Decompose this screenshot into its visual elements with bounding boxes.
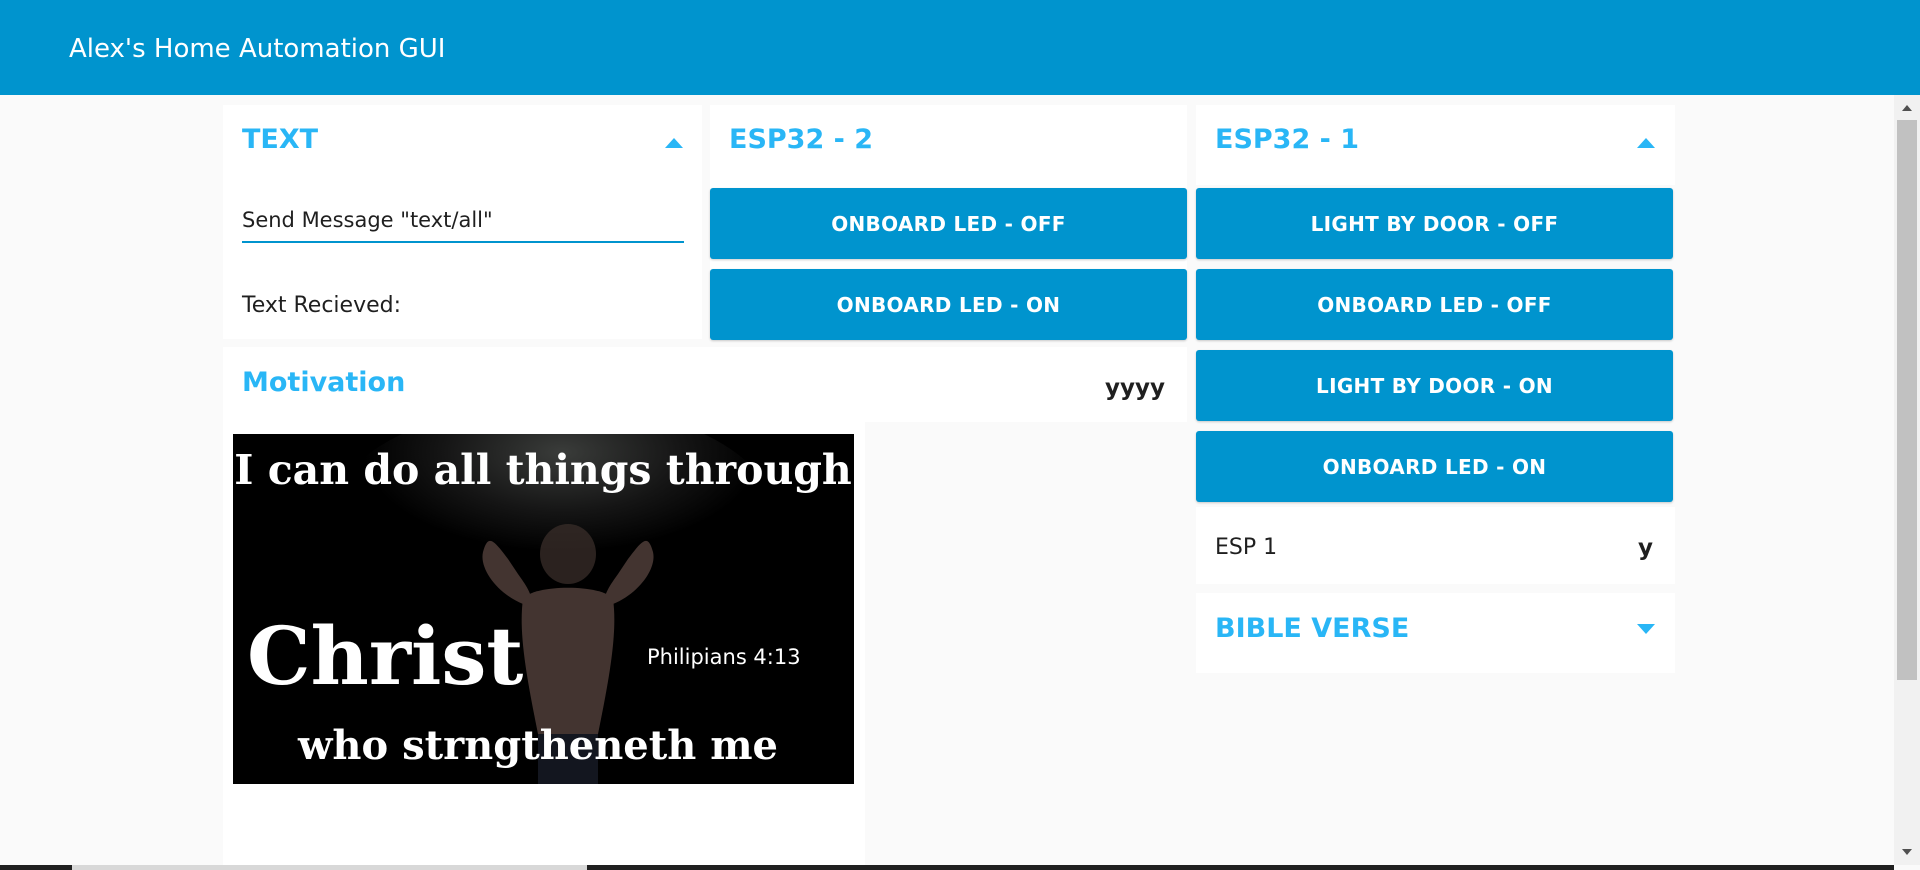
scroll-up-icon[interactable]: [1902, 105, 1912, 111]
image-line-2: Christ: [247, 609, 523, 703]
esp32-1-card: ESP32 - 1: [1196, 105, 1675, 185]
esp32-1-onboard-led-off-button[interactable]: ONBOARD LED - OFF: [1196, 269, 1673, 340]
horizontal-scroll-thumb[interactable]: [72, 865, 587, 870]
text-card-title: TEXT: [242, 124, 319, 155]
bible-verse-title: BIBLE VERSE: [1215, 613, 1410, 644]
scroll-thumb[interactable]: [1897, 120, 1917, 680]
text-card: TEXT Text Recieved:: [223, 105, 702, 339]
scroll-down-icon[interactable]: [1902, 849, 1912, 855]
text-received-label: Text Recieved:: [242, 293, 401, 318]
send-message-input[interactable]: [242, 199, 684, 243]
esp1-status-value: y: [1638, 535, 1653, 561]
esp32-2-onboard-led-off-button[interactable]: ONBOARD LED - OFF: [710, 188, 1187, 259]
esp32-1-title: ESP32 - 1: [1215, 124, 1360, 155]
esp32-2-title: ESP32 - 2: [729, 124, 874, 155]
caret-up-icon[interactable]: [1637, 138, 1655, 148]
image-line-1: I can do all things through: [234, 446, 851, 494]
motivation-title: Motivation: [242, 367, 406, 398]
motivation-image-panel: I can do all things through Christ Phili…: [223, 422, 865, 865]
motivation-image: I can do all things through Christ Phili…: [233, 434, 854, 784]
app-title: Alex's Home Automation GUI: [69, 34, 446, 64]
esp1-status-row: ESP 1 y: [1196, 507, 1675, 584]
motivation-card: Motivation yyyy: [223, 347, 1187, 422]
motivation-value: yyyy: [1105, 375, 1165, 401]
caret-up-icon[interactable]: [665, 138, 683, 148]
light-by-door-off-button[interactable]: LIGHT BY DOOR - OFF: [1196, 188, 1673, 259]
image-reference: Philipians 4:13: [647, 645, 801, 669]
light-by-door-on-button[interactable]: LIGHT BY DOOR - ON: [1196, 350, 1673, 421]
esp32-1-onboard-led-on-button[interactable]: ONBOARD LED - ON: [1196, 431, 1673, 502]
caret-down-icon[interactable]: [1637, 624, 1655, 634]
page-scrollbar[interactable]: [1894, 95, 1920, 865]
esp32-2-onboard-led-on-button[interactable]: ONBOARD LED - ON: [710, 269, 1187, 340]
image-line-3: who strngtheneth me: [297, 722, 778, 769]
esp1-status-label: ESP 1: [1215, 535, 1278, 560]
app-header: Alex's Home Automation GUI: [0, 0, 1920, 95]
horizontal-scrollbar[interactable]: [0, 865, 1894, 870]
bible-verse-card[interactable]: BIBLE VERSE: [1196, 593, 1675, 673]
